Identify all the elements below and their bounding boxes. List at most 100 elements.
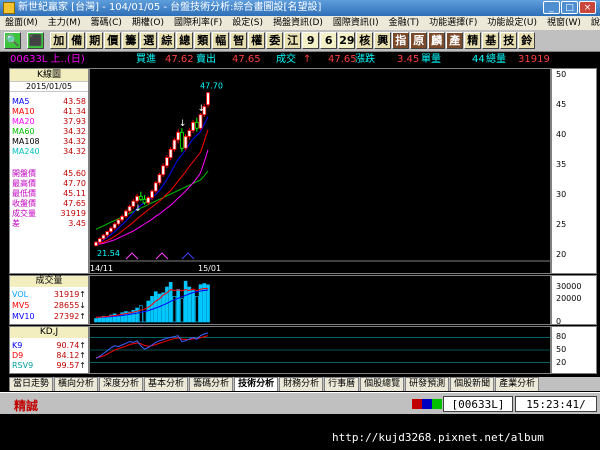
minimize-button[interactable]: _ [543,1,560,14]
tab-2[interactable]: 深度分析 [99,377,144,391]
close-button[interactable]: × [579,1,596,14]
volume-bar[interactable] [176,289,180,323]
toolbar-button-16[interactable]: 29 [338,32,356,49]
menu-item-1[interactable]: 主力(M) [43,16,86,30]
candle-body[interactable] [101,234,106,240]
menu-item-3[interactable]: 期權(O) [127,16,169,30]
toolbar-button-2[interactable]: 期 [86,32,104,49]
toolbar-button-5[interactable]: 選 [140,32,158,49]
stop-icon[interactable]: ⬛ [27,32,45,49]
volume-bar[interactable] [183,280,188,323]
toolbar-button-14[interactable]: 9 [302,32,320,49]
candle-body[interactable] [94,241,98,247]
maximize-button[interactable]: □ [561,1,578,14]
candle-body[interactable] [153,182,158,192]
candle-body[interactable] [198,114,203,129]
tab-4[interactable]: 籌碼分析 [189,377,234,391]
toolbar-button-12[interactable]: 委 [266,32,284,49]
candle-body[interactable] [150,190,154,198]
candle-body[interactable] [123,210,128,217]
toolbar-button-24[interactable]: 基 [482,32,500,49]
toolbar-button-9[interactable]: 幅 [212,32,230,49]
candle-body[interactable] [116,219,121,225]
volume-chart[interactable] [89,275,551,325]
volume-bar[interactable] [116,315,121,323]
menu-item-7[interactable]: 國際資訊(I) [328,16,384,30]
status-stock-code[interactable]: [00633L] [443,396,513,412]
toolbar-button-20[interactable]: 原 [410,32,428,49]
menu-item-9[interactable]: 功能選擇(F) [424,16,482,30]
toolbar-button-11[interactable]: 權 [248,32,266,49]
menu-item-5[interactable]: 設定(S) [227,16,268,30]
toolbar-button-25[interactable]: 技 [500,32,518,49]
menu-item-0[interactable]: 盤面(M) [0,16,43,30]
search-icon[interactable]: 🔍 [4,32,21,49]
candle-body[interactable] [142,198,147,204]
candle-body[interactable] [135,195,139,202]
volume-bar[interactable] [146,300,151,323]
volume-bar[interactable] [97,317,102,323]
kd-chart[interactable] [89,326,551,374]
volume-bar[interactable] [195,296,199,323]
menu-item-11[interactable]: 視窗(W) [542,16,586,30]
volume-bar[interactable] [142,311,147,323]
candle-body[interactable] [183,136,188,149]
kline-chart[interactable]: 47.70 21.54 ↓ ↓ ↓ 14/11 15/01 [89,68,551,274]
toolbar-button-1[interactable]: 備 [68,32,86,49]
tab-3[interactable]: 基本分析 [144,377,189,391]
candle-body[interactable] [172,139,177,150]
volume-bar[interactable] [105,316,109,323]
toolbar-button-10[interactable]: 智 [230,32,248,49]
menu-item-2[interactable]: 籌碼(C) [86,16,127,30]
volume-bar[interactable] [94,318,98,323]
stock-code[interactable]: 00633L 上..(日) [10,53,85,67]
tab-11[interactable]: 產業分析 [495,377,540,391]
toolbar-button-17[interactable]: 核 [356,32,374,49]
volume-bar[interactable] [138,305,143,323]
toolbar-button-3[interactable]: 價 [104,32,122,49]
toolbar-button-0[interactable]: 加 [50,32,68,49]
toolbar-button-8[interactable]: 類 [194,32,212,49]
toolbar-button-19[interactable]: 指 [392,32,410,49]
tab-6[interactable]: 財務分析 [279,377,324,391]
toolbar-button-23[interactable]: 精 [464,32,482,49]
tab-10[interactable]: 個股新聞 [450,377,495,391]
candle-body[interactable] [187,130,192,137]
kline-chart-svg[interactable]: 47.70 21.54 ↓ ↓ ↓ 14/11 15/01 [90,69,550,273]
candle-body[interactable] [120,215,125,221]
window-title-bar[interactable]: 新世紀贏家 [台灣] - 104/01/05 - 台盤技術分析:綜合畫圖設[名望… [0,0,600,16]
candle-body[interactable] [206,92,210,106]
candle-body[interactable] [157,174,162,184]
toolbar-button-7[interactable]: 總 [176,32,194,49]
tab-9[interactable]: 研發預測 [405,377,450,391]
candle-body[interactable] [109,227,113,233]
toolbar-button-26[interactable]: 鈴 [518,32,536,49]
tab-7[interactable]: 行事曆 [324,377,360,391]
tab-5[interactable]: 技術分析 [234,377,279,391]
volume-bar[interactable] [191,290,195,323]
candle-body[interactable] [179,131,184,149]
menu-item-10[interactable]: 功能設定(U) [482,16,542,30]
candle-body[interactable] [97,238,102,243]
tab-1[interactable]: 橫向分析 [54,377,99,391]
menu-item-12[interactable]: 說明(H) [586,16,600,30]
tab-0[interactable]: 當日走勢 [9,377,54,391]
toolbar-button-15[interactable]: 6 [320,32,338,49]
volume-bar[interactable] [161,292,165,323]
toolbar-button-4[interactable]: 籌 [122,32,140,49]
candle-body[interactable] [194,121,199,129]
candle-body[interactable] [127,205,132,212]
candle-body[interactable] [165,157,169,167]
toolbar-button-21[interactable]: 麟 [428,32,446,49]
volume-bar[interactable] [135,307,139,323]
candle-body[interactable] [176,131,181,141]
menu-item-8[interactable]: 金融(T) [384,16,425,30]
candle-body[interactable] [161,165,166,176]
menu-item-6[interactable]: 揭盤資訊(D) [268,16,328,30]
candle-body[interactable] [138,195,143,200]
tab-8[interactable]: 個股總覽 [360,377,405,391]
candle-body[interactable] [191,121,195,131]
volume-bar[interactable] [153,291,158,323]
app-icon[interactable] [3,2,15,14]
toolbar-button-6[interactable]: 綜 [158,32,176,49]
